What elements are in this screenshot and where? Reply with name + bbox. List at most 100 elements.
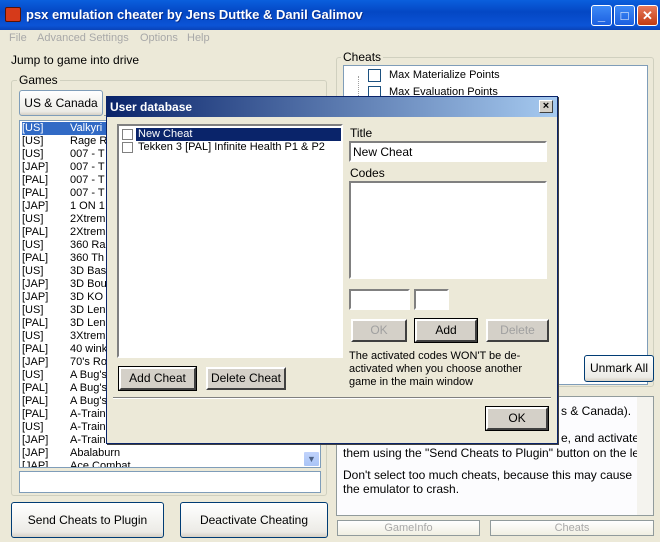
game-region-code: [JAP] [22, 447, 49, 459]
game-region-code: [PAL] [22, 408, 49, 420]
game-region-code: [JAP] [22, 278, 49, 290]
cheats-label: Cheats [341, 50, 384, 64]
game-name: A Bug's [70, 395, 107, 407]
game-name: 007 - T [70, 187, 105, 199]
game-region-code: [US] [22, 265, 44, 277]
game-name: Valkyri [70, 122, 103, 134]
info-scrollbar[interactable] [637, 397, 653, 515]
game-name: 40 wink [70, 343, 108, 355]
code-address-input[interactable] [349, 289, 410, 310]
game-region-code: [US] [22, 148, 44, 160]
code-add-button[interactable]: Add [414, 318, 478, 343]
menu-advanced-settings[interactable]: Advanced Settings [37, 32, 129, 44]
add-cheat-button[interactable]: Add Cheat [118, 366, 197, 391]
game-name: A-Train [70, 408, 106, 420]
game-region-code: [US] [22, 330, 44, 342]
user-database-dialog: User database × New Cheat Tekken 3 [PAL]… [106, 96, 558, 444]
tab-cheats[interactable]: Cheats [490, 520, 654, 536]
dropdown-arrow-icon[interactable]: ▼ [303, 451, 320, 467]
dialog-title: User database [110, 100, 193, 114]
game-list-item[interactable]: [JAP] Ace Combat [22, 460, 302, 468]
game-name: 3D Bou [70, 278, 107, 290]
cheat-checkbox[interactable] [368, 69, 381, 82]
game-name: A-Train [70, 434, 106, 446]
dialog-divider [113, 397, 551, 399]
dialog-cheat-list[interactable]: New Cheat Tekken 3 [PAL] Infinite Health… [117, 124, 343, 358]
game-region-code: [PAL] [22, 382, 49, 394]
title-bar: psx emulation cheater by Jens Duttke & D… [0, 0, 660, 30]
dialog-cheat-item[interactable]: New Cheat [138, 128, 192, 140]
tab-gameinfo[interactable]: GameInfo [337, 520, 480, 536]
menu-help[interactable]: Help [187, 32, 210, 44]
dialog-close-icon[interactable]: × [539, 100, 553, 113]
game-name: 360 Ra [70, 239, 106, 251]
dialog-note: The activated codes WON'T be de-activate… [349, 350, 523, 388]
game-region-code: [PAL] [22, 187, 49, 199]
game-name: A Bug's [70, 382, 107, 394]
game-name: A Bug's [70, 369, 107, 381]
cheat-checkbox[interactable] [122, 129, 133, 140]
game-region-code: [JAP] [22, 434, 49, 446]
game-name: 2Xtrem [70, 213, 106, 225]
maximize-icon: □ [620, 8, 629, 23]
delete-cheat-button[interactable]: Delete Cheat [206, 367, 286, 390]
title-input-value: New Cheat [353, 145, 413, 159]
jump-label: Jump to game into drive [11, 53, 140, 67]
menu-bar: File Advanced Settings Options Help [0, 30, 660, 48]
title-input[interactable]: New Cheat [349, 141, 547, 162]
game-name: 3D Bas [70, 265, 107, 277]
deactivate-cheating-button[interactable]: Deactivate Cheating [180, 502, 328, 538]
game-region-code: [US] [22, 421, 44, 433]
game-name: 2Xtrem [70, 226, 106, 238]
dialog-title-bar: User database × [107, 97, 557, 117]
codes-label: Codes [350, 166, 385, 180]
minimize-icon: _ [597, 8, 606, 23]
game-region-code: [JAP] [22, 356, 49, 368]
close-button[interactable]: ✕ [637, 5, 658, 26]
title-label: Title [350, 126, 373, 140]
game-region-code: [JAP] [22, 460, 49, 468]
dialog-cheat-item[interactable]: Tekken 3 [PAL] Infinite Health P1 & P2 [138, 141, 325, 153]
menu-options[interactable]: Options [140, 32, 178, 44]
game-name: 3D Len [70, 304, 106, 316]
game-region-code: [PAL] [22, 174, 49, 186]
games-label: Games [17, 73, 60, 87]
cheat-checkbox[interactable] [122, 142, 133, 153]
menu-file[interactable]: File [9, 32, 27, 44]
send-cheats-button[interactable]: Send Cheats to Plugin [11, 502, 164, 538]
code-ok-button[interactable]: OK [351, 319, 407, 342]
game-name: 007 - T [70, 161, 105, 173]
codes-textarea[interactable] [349, 181, 547, 279]
close-icon: ✕ [642, 8, 653, 23]
game-region-code: [JAP] [22, 161, 49, 173]
games-filter-input[interactable] [19, 471, 321, 493]
maximize-button[interactable]: □ [614, 5, 635, 26]
code-value-input[interactable] [414, 289, 449, 310]
game-region-code: [PAL] [22, 343, 49, 355]
game-region-code: [JAP] [22, 291, 49, 303]
app-icon [5, 7, 21, 22]
game-region-code: [PAL] [22, 395, 49, 407]
region-us-canada-button[interactable]: US & Canada [19, 90, 103, 116]
game-region-code: [US] [22, 239, 44, 251]
game-region-code: [PAL] [22, 317, 49, 329]
game-name: 3D Len [70, 317, 106, 329]
game-name: Abalaburn [70, 447, 121, 459]
game-name: 360 Th [70, 252, 105, 264]
minimize-button[interactable]: _ [591, 5, 612, 26]
game-name: 007 - T [70, 174, 105, 186]
game-region-code: [US] [22, 122, 44, 134]
game-region-code: [US] [22, 304, 44, 316]
game-list-item[interactable]: [JAP] Abalaburn [22, 447, 302, 460]
game-region-code: [US] [22, 135, 44, 147]
game-name: Ace Combat [70, 460, 131, 468]
game-region-code: [US] [22, 213, 44, 225]
info-text: Don't select too much cheats, because th… [343, 468, 633, 496]
game-name: 1 ON 1 [70, 200, 105, 212]
dialog-ok-button[interactable]: OK [485, 406, 549, 431]
cheat-item[interactable]: Max Materialize Points [389, 69, 500, 81]
unmark-all-button[interactable]: Unmark All [584, 355, 654, 382]
window-title: psx emulation cheater by Jens Duttke & D… [26, 7, 363, 22]
code-delete-button[interactable]: Delete [486, 319, 549, 342]
game-name: A-Train [70, 421, 106, 433]
